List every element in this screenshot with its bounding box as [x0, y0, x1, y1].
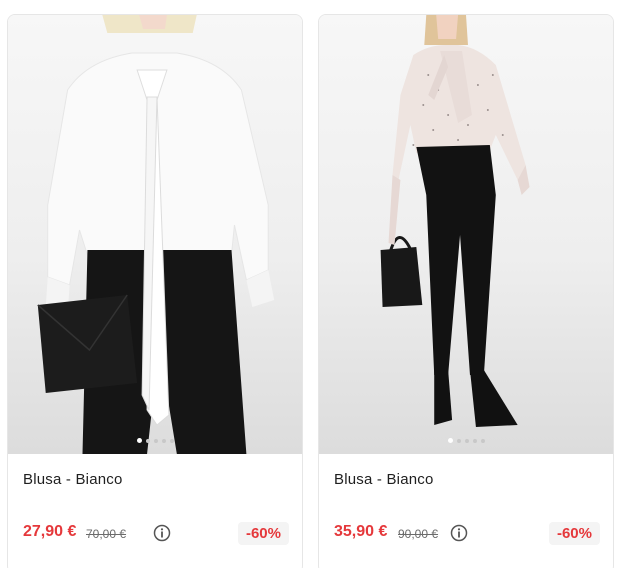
carousel-dot[interactable] — [169, 439, 174, 443]
carousel-dot[interactable] — [480, 439, 485, 443]
carousel-dot[interactable] — [145, 439, 150, 443]
discount-badge: -60% — [237, 522, 289, 545]
carousel-dot[interactable] — [464, 439, 469, 443]
sale-price: 35,90 € — [334, 523, 388, 540]
original-price: 90,00 € — [398, 527, 439, 541]
white-blouse-photo-icon — [37, 15, 275, 454]
price-row: 35,90 € 90,00 € -60% — [334, 522, 600, 546]
carousel-dot[interactable] — [447, 438, 453, 443]
carousel-dot[interactable] — [456, 439, 461, 443]
product-title[interactable]: Blusa - Bianco — [23, 471, 123, 488]
carousel-dots[interactable] — [319, 438, 613, 443]
carousel-dot[interactable] — [136, 438, 142, 443]
carousel-dot[interactable] — [161, 439, 166, 443]
product-card[interactable]: Blusa - Bianco 27,90 € 70,00 € -60% — [7, 14, 303, 568]
product-image[interactable] — [319, 15, 613, 454]
discount-badge: -60% — [548, 522, 600, 545]
product-title[interactable]: Blusa - Bianco — [334, 471, 434, 488]
price-row: 27,90 € 70,00 € -60% — [23, 522, 289, 546]
original-price: 70,00 € — [86, 527, 127, 541]
printed-blouse-photo-icon — [380, 15, 530, 427]
product-card[interactable]: Blusa - Bianco 35,90 € 90,00 € -60% — [318, 14, 614, 568]
sale-price: 27,90 € — [23, 523, 77, 540]
carousel-dot[interactable] — [472, 439, 477, 443]
carousel-dot[interactable] — [153, 439, 158, 443]
info-icon[interactable] — [153, 524, 171, 542]
product-image[interactable] — [8, 15, 302, 454]
carousel-dots[interactable] — [8, 438, 302, 443]
info-icon[interactable] — [450, 524, 468, 542]
